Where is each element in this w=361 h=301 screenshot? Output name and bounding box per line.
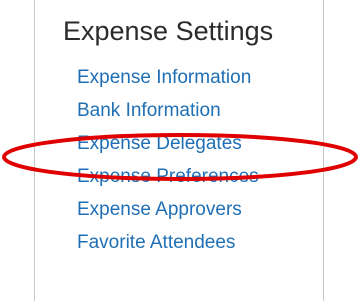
- menu-item-expense-information[interactable]: Expense Information: [77, 68, 259, 101]
- menu-item-bank-information[interactable]: Bank Information: [77, 101, 259, 134]
- menu-item-expense-approvers[interactable]: Expense Approvers: [77, 200, 259, 233]
- menu-item-favorite-attendees[interactable]: Favorite Attendees: [77, 233, 259, 266]
- menu-item-expense-preferences[interactable]: Expense Preferences: [77, 167, 259, 200]
- expense-settings-panel: Expense Settings Expense Information Ban…: [34, 0, 324, 301]
- menu-item-expense-delegates[interactable]: Expense Delegates: [77, 134, 259, 167]
- expense-settings-menu: Expense Information Bank Information Exp…: [77, 68, 259, 266]
- panel-title: Expense Settings: [63, 16, 274, 46]
